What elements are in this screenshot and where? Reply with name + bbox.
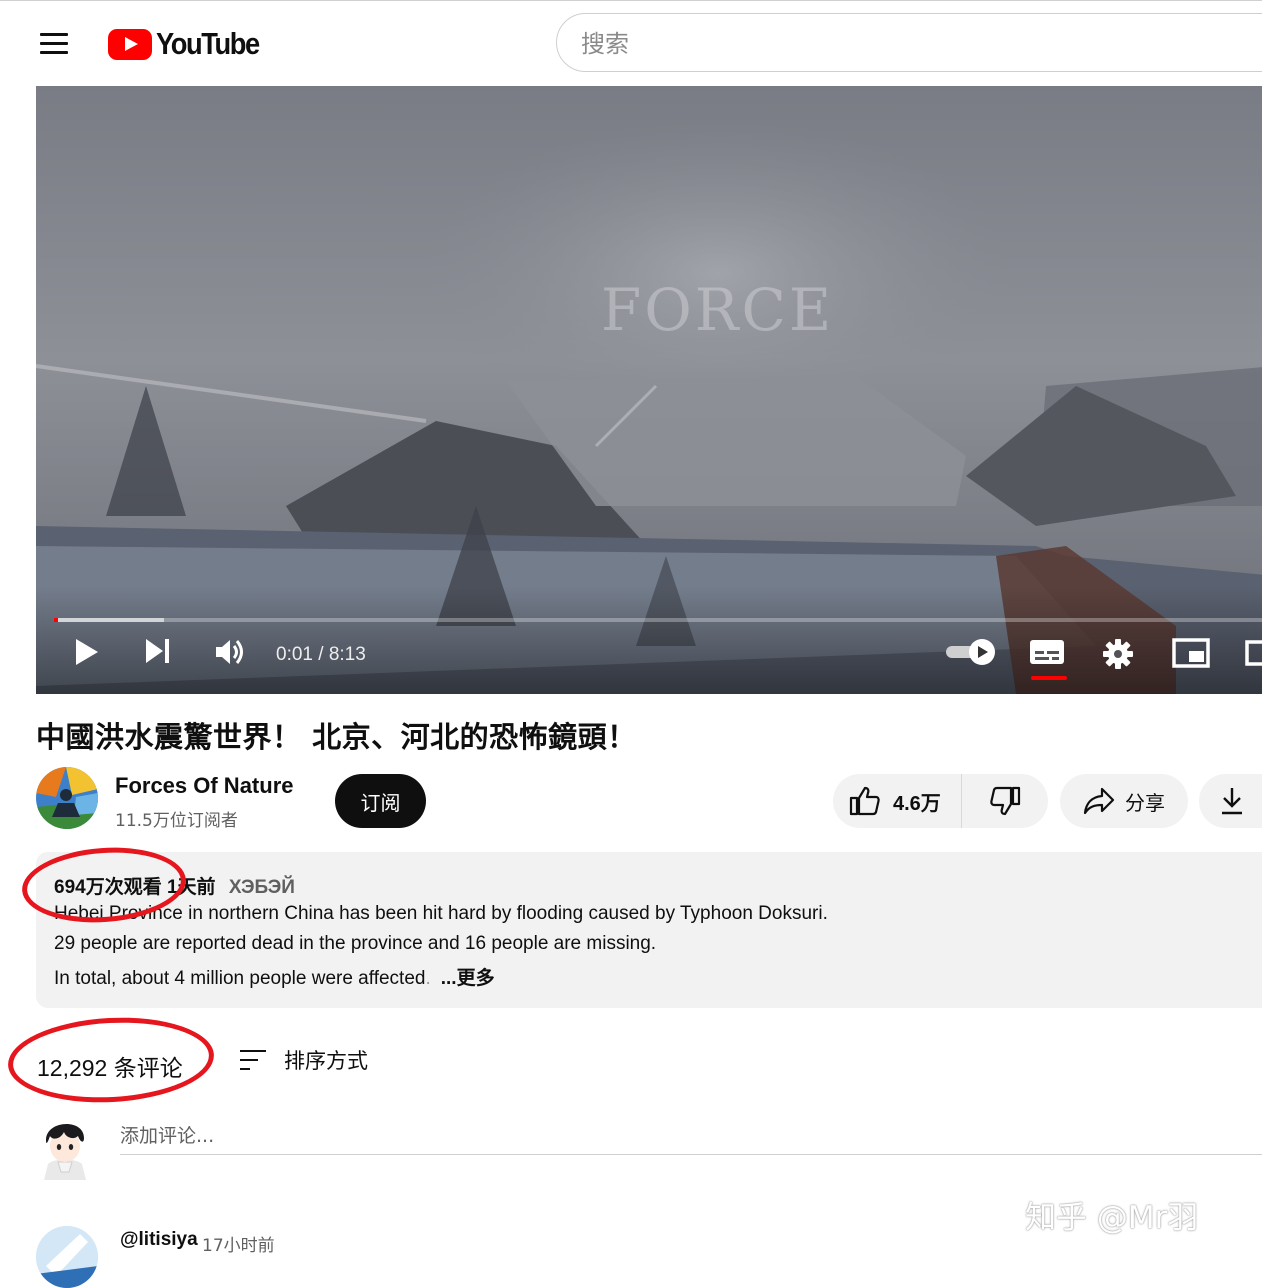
download-icon bbox=[1222, 788, 1242, 815]
youtube-logo[interactable]: YouTube bbox=[108, 26, 273, 61]
thumbs-down-icon bbox=[990, 786, 1021, 816]
miniplayer-icon bbox=[1172, 638, 1210, 668]
play-button[interactable] bbox=[74, 638, 104, 678]
commenter-avatar-image bbox=[36, 1226, 98, 1288]
subscribe-button[interactable]: 订阅 bbox=[335, 774, 426, 828]
user-avatar-image bbox=[44, 1123, 86, 1180]
progress-played bbox=[54, 618, 58, 622]
miniplayer-button[interactable] bbox=[1172, 638, 1212, 678]
add-comment-input[interactable] bbox=[120, 1118, 1262, 1155]
progress-bar[interactable] bbox=[54, 618, 1262, 622]
subtitles-active-indicator bbox=[1031, 676, 1067, 680]
description-line-text: In total, about 4 million people were af… bbox=[54, 968, 426, 989]
video-watermark-text: FORCE bbox=[601, 276, 835, 344]
volume-icon bbox=[216, 640, 243, 664]
annotation-circle-comments bbox=[5, 1012, 217, 1108]
description-line-last: In total, about 4 million people were af… bbox=[54, 963, 495, 990]
video-title: 中國洪水震驚世界！ 北京、河北的恐怖鏡頭！ bbox=[36, 720, 637, 754]
share-button[interactable]: 分享 bbox=[1060, 774, 1188, 828]
subtitles-icon bbox=[1030, 640, 1064, 664]
share-icon bbox=[1083, 787, 1115, 815]
time-display: 0:01 / 8:13 bbox=[276, 644, 366, 665]
settings-button[interactable] bbox=[1102, 638, 1138, 678]
play-icon bbox=[76, 639, 98, 665]
dislike-button[interactable] bbox=[962, 774, 1048, 828]
autoplay-toggle[interactable] bbox=[944, 638, 1000, 678]
download-button[interactable] bbox=[1199, 774, 1262, 828]
description-line: Hebei Province in northern China has bee… bbox=[54, 903, 828, 924]
like-dislike-group: 4.6万 bbox=[833, 774, 1048, 828]
hamburger-menu-icon[interactable] bbox=[38, 30, 70, 56]
like-count: 4.6万 bbox=[893, 792, 941, 815]
comment-timestamp[interactable]: 17小时前 bbox=[202, 1231, 275, 1256]
gear-icon bbox=[1103, 639, 1133, 669]
sort-icon bbox=[240, 1050, 266, 1070]
description-line: 29 people are reported dead in the provi… bbox=[54, 933, 657, 954]
theater-mode-button[interactable] bbox=[1244, 638, 1262, 678]
volume-button[interactable] bbox=[214, 638, 250, 678]
description-fade: . bbox=[425, 968, 431, 989]
like-button[interactable]: 4.6万 bbox=[833, 774, 962, 828]
channel-avatar-image bbox=[36, 767, 98, 829]
commenter-avatar[interactable] bbox=[36, 1226, 98, 1288]
hashtag[interactable]: ХЭБЭЙ bbox=[229, 877, 295, 898]
subtitles-button[interactable] bbox=[1029, 638, 1069, 678]
progress-buffer bbox=[54, 618, 164, 622]
channel-avatar[interactable] bbox=[36, 767, 98, 829]
skip-next-icon bbox=[146, 639, 169, 663]
show-more-link[interactable]: ...更多 bbox=[441, 968, 495, 989]
video-player[interactable]: FORCE 0:01 / 8:13 bbox=[36, 86, 1262, 694]
logo-text: YouTube bbox=[156, 26, 260, 61]
youtube-play-logo-icon bbox=[108, 28, 152, 60]
zhihu-watermark: 知乎 @Mr羽 bbox=[1025, 1200, 1199, 1236]
search-box[interactable] bbox=[556, 13, 1262, 72]
share-label: 分享 bbox=[1125, 790, 1165, 815]
next-button[interactable] bbox=[144, 638, 176, 678]
commenter-handle[interactable]: @litisiya bbox=[120, 1229, 198, 1251]
channel-name[interactable]: Forces Of Nature bbox=[115, 773, 294, 799]
thumbs-up-icon bbox=[849, 786, 880, 816]
subscriber-count: 11.5万位订阅者 bbox=[115, 811, 238, 831]
sort-comments-button[interactable]: 排序方式 bbox=[238, 1043, 368, 1077]
sort-label: 排序方式 bbox=[284, 1049, 368, 1073]
user-avatar bbox=[36, 1114, 94, 1180]
autoplay-toggle-icon bbox=[946, 639, 995, 665]
search-input[interactable] bbox=[579, 28, 1183, 60]
theater-mode-icon bbox=[1245, 640, 1262, 666]
